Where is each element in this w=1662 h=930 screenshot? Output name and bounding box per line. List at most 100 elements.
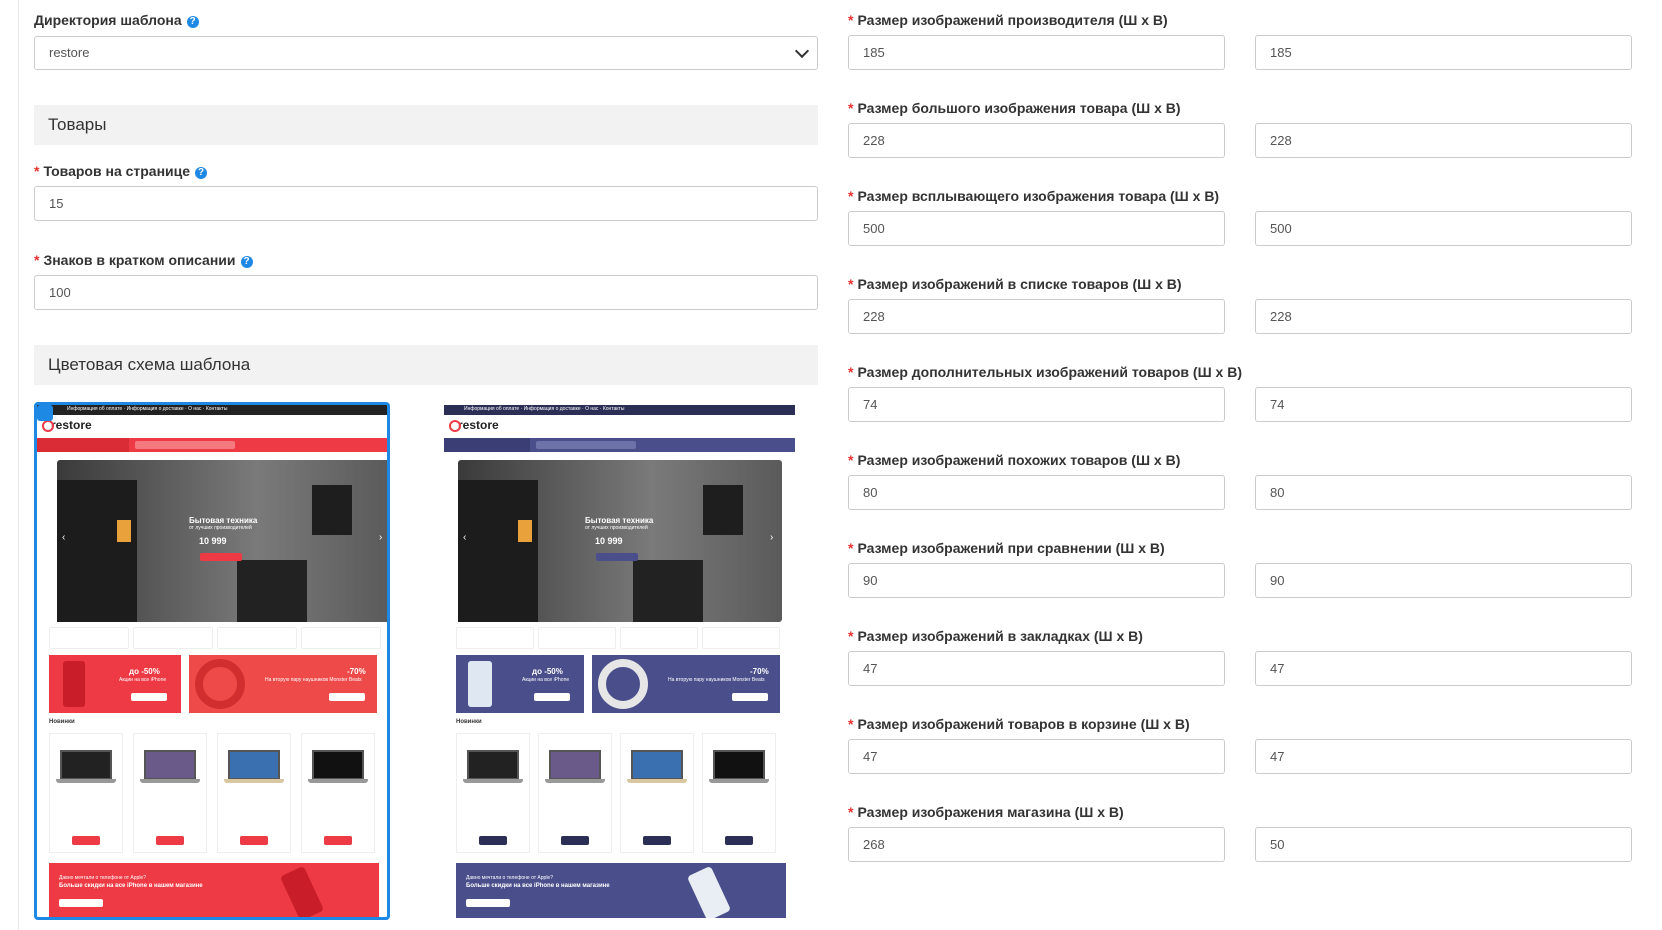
image-width-input[interactable]: 268 bbox=[848, 827, 1225, 862]
product-card bbox=[702, 733, 776, 853]
product-card bbox=[538, 733, 612, 853]
iphone-image bbox=[686, 865, 732, 918]
laptop-image bbox=[467, 750, 519, 780]
promo-card-1: до -50% Акции на все iPhone bbox=[456, 655, 584, 713]
image-size-label-text: Размер большого изображения товара (Ш х … bbox=[857, 100, 1181, 116]
selected-checkbox[interactable] bbox=[37, 405, 53, 421]
required-mark: * bbox=[848, 452, 854, 468]
new-products-title: Новинки bbox=[456, 719, 482, 725]
required-mark: * bbox=[848, 716, 854, 732]
required-mark: * bbox=[848, 628, 854, 644]
hood-image bbox=[703, 485, 743, 535]
image-height-input[interactable]: 50 bbox=[1255, 827, 1632, 862]
image-width-input[interactable]: 47 bbox=[848, 651, 1225, 686]
products-per-page-input[interactable]: 15 bbox=[34, 186, 818, 221]
image-height-input[interactable]: 47 bbox=[1255, 739, 1632, 774]
buy-button bbox=[561, 836, 589, 845]
image-height-input[interactable]: 47 bbox=[1255, 651, 1632, 686]
image-height-input[interactable]: 90 bbox=[1255, 563, 1632, 598]
banner-price: 10 999 bbox=[595, 536, 623, 546]
feature-delivery bbox=[456, 627, 534, 649]
image-size-label: * Размер изображения магазина (Ш х В) bbox=[848, 804, 1124, 820]
chevron-down-icon bbox=[794, 43, 810, 59]
bottom-banner-line1: Давно мечтали о телефоне от Apple? bbox=[466, 875, 553, 881]
fridge-image bbox=[458, 480, 538, 622]
promo-card-2: -70% На вторую пару наушников Monster Be… bbox=[592, 655, 780, 713]
image-size-label: * Размер изображений производителя (Ш х В… bbox=[848, 12, 1168, 28]
products-per-page-label-text: Товаров на странице bbox=[43, 163, 191, 179]
promo2-subtitle: На вторую пару наушников Monster Beats bbox=[668, 677, 765, 683]
laptop-image bbox=[549, 750, 601, 780]
feature-discount bbox=[702, 627, 780, 649]
required-mark: * bbox=[848, 540, 854, 556]
image-height-input[interactable]: 185 bbox=[1255, 35, 1632, 70]
image-size-label-text: Размер всплывающего изображения товара (… bbox=[857, 188, 1220, 204]
chevron-left-icon: ‹ bbox=[463, 532, 467, 543]
image-size-label: * Размер изображений в списке товаров (Ш … bbox=[848, 276, 1182, 292]
brand-logo: restore bbox=[458, 418, 499, 432]
image-size-label-text: Размер изображений при сравнении (Ш х В) bbox=[857, 540, 1165, 556]
image-size-label: * Размер дополнительных изображений товар… bbox=[848, 364, 1242, 380]
iphone-image bbox=[468, 661, 492, 707]
required-mark: * bbox=[34, 163, 40, 179]
help-icon[interactable]: ? bbox=[240, 256, 253, 268]
product-card bbox=[456, 733, 530, 853]
required-mark: * bbox=[848, 276, 854, 292]
image-size-label-text: Размер изображений в закладках (Ш х В) bbox=[857, 628, 1143, 644]
image-width-input[interactable]: 500 bbox=[848, 211, 1225, 246]
template-dir-select[interactable]: restore bbox=[34, 36, 818, 70]
promo1-title: до -50% bbox=[532, 667, 563, 676]
short-desc-label: * Знаков в кратком описании? bbox=[34, 252, 253, 268]
bottom-banner-line2: Больше скидки на все iPhone в нашем мага… bbox=[466, 883, 610, 889]
section-color-scheme: Цветовая схема шаблона bbox=[34, 345, 818, 385]
image-width-input[interactable]: 47 bbox=[848, 739, 1225, 774]
laptop-base bbox=[709, 779, 769, 783]
image-height-input[interactable]: 500 bbox=[1255, 211, 1632, 246]
image-width-input[interactable]: 74 bbox=[848, 387, 1225, 422]
bottom-banner: Давно мечтали о телефоне от Apple? Больш… bbox=[456, 863, 786, 918]
image-height-input[interactable]: 80 bbox=[1255, 475, 1632, 510]
help-icon[interactable]: ? bbox=[195, 167, 208, 179]
image-height-input[interactable]: 74 bbox=[1255, 387, 1632, 422]
search-bar bbox=[536, 441, 636, 449]
logo-icon bbox=[449, 420, 461, 432]
image-size-label: * Размер всплывающего изображения товара … bbox=[848, 188, 1219, 204]
image-size-label-text: Размер изображения магазина (Ш х В) bbox=[857, 804, 1124, 820]
theme-preview-indigo[interactable]: Информация об оплате · Информация о дост… bbox=[444, 405, 795, 918]
template-dir-value: restore bbox=[49, 45, 90, 60]
headphones-image bbox=[598, 659, 648, 709]
image-width-input[interactable]: 228 bbox=[848, 299, 1225, 334]
template-dir-label: Директория шаблона? bbox=[34, 12, 199, 28]
banner-title: Бытовая техника bbox=[585, 516, 654, 525]
required-mark: * bbox=[848, 12, 854, 28]
image-size-label-text: Размер дополнительных изображений товаро… bbox=[857, 364, 1242, 380]
chevron-right-icon: › bbox=[770, 532, 774, 543]
laptop-base bbox=[627, 779, 687, 783]
image-height-input[interactable]: 228 bbox=[1255, 299, 1632, 334]
image-size-label-text: Размер изображений в списке товаров (Ш х… bbox=[857, 276, 1182, 292]
categories-button bbox=[444, 438, 530, 452]
image-height-input[interactable]: 228 bbox=[1255, 123, 1632, 158]
laptop-base bbox=[463, 779, 523, 783]
image-width-input[interactable]: 90 bbox=[848, 563, 1225, 598]
short-desc-input[interactable]: 100 bbox=[34, 275, 818, 310]
panel-border bbox=[18, 0, 19, 930]
required-mark: * bbox=[848, 364, 854, 380]
feature-refund bbox=[620, 627, 698, 649]
topbar-links: Информация об оплате · Информация о дост… bbox=[464, 406, 625, 412]
product-card bbox=[620, 733, 694, 853]
image-width-input[interactable]: 80 bbox=[848, 475, 1225, 510]
feature-support bbox=[538, 627, 616, 649]
laptop-image bbox=[631, 750, 683, 780]
required-mark: * bbox=[848, 100, 854, 116]
image-width-input[interactable]: 185 bbox=[848, 35, 1225, 70]
banner-cta bbox=[596, 553, 638, 561]
image-width-input[interactable]: 228 bbox=[848, 123, 1225, 158]
laptop-base bbox=[545, 779, 605, 783]
promo1-button bbox=[534, 693, 570, 701]
help-icon[interactable]: ? bbox=[186, 16, 199, 28]
products-per-page-label: * Товаров на странице? bbox=[34, 163, 208, 179]
promo1-subtitle: Акции на все iPhone bbox=[522, 677, 570, 683]
buy-button bbox=[725, 836, 753, 845]
image-size-label-text: Размер изображений производителя (Ш х В) bbox=[857, 12, 1168, 28]
